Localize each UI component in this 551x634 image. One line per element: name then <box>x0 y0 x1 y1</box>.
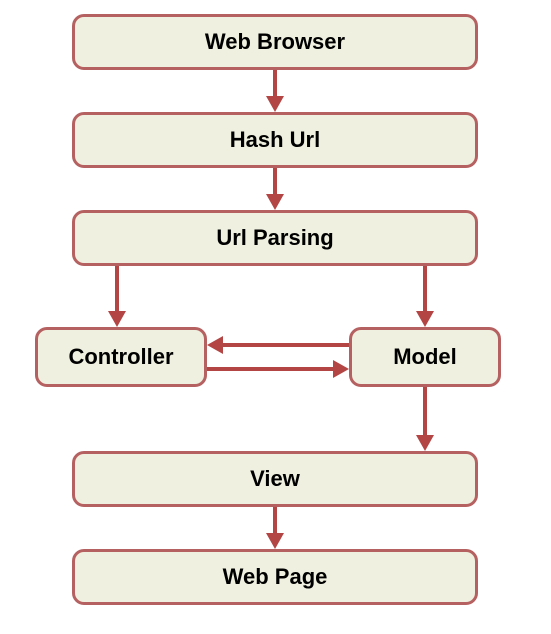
node-label: Controller <box>68 344 173 370</box>
arrow-line <box>423 387 427 437</box>
arrow-head-right <box>333 360 349 378</box>
node-controller: Controller <box>35 327 207 387</box>
arrow-line <box>273 168 277 196</box>
arrow-head-down <box>266 194 284 210</box>
arrow-line <box>223 343 349 347</box>
node-view: View <box>72 451 478 507</box>
arrow-head-down <box>416 435 434 451</box>
node-label: Web Page <box>223 564 328 590</box>
arrow-line <box>423 266 427 313</box>
arrow-head-left <box>207 336 223 354</box>
node-model: Model <box>349 327 501 387</box>
node-hash-url: Hash Url <box>72 112 478 168</box>
arrow-line <box>273 70 277 98</box>
arrow-head-down <box>108 311 126 327</box>
node-url-parsing: Url Parsing <box>72 210 478 266</box>
arrow-head-down <box>266 96 284 112</box>
arrow-line <box>115 266 119 313</box>
node-label: Url Parsing <box>216 225 333 251</box>
arrow-line <box>207 367 333 371</box>
arrow-head-down <box>266 533 284 549</box>
node-web-browser: Web Browser <box>72 14 478 70</box>
arrow-head-down <box>416 311 434 327</box>
node-web-page: Web Page <box>72 549 478 605</box>
node-label: Web Browser <box>205 29 345 55</box>
arrow-line <box>273 507 277 535</box>
node-label: Hash Url <box>230 127 320 153</box>
node-label: View <box>250 466 300 492</box>
node-label: Model <box>393 344 457 370</box>
